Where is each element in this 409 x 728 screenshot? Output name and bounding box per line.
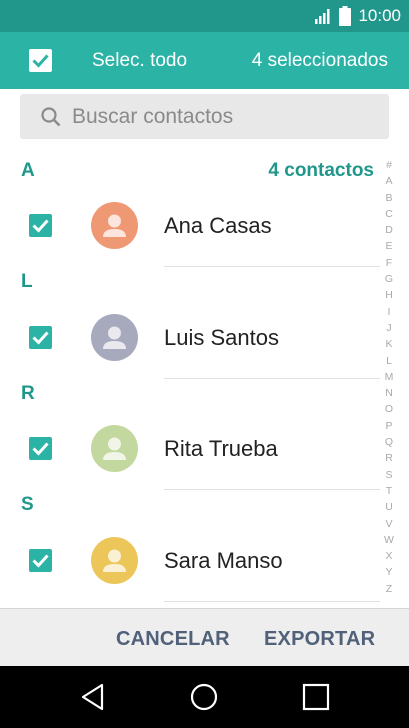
- index-letter[interactable]: S: [380, 467, 398, 483]
- index-letter[interactable]: Q: [380, 434, 398, 450]
- checkmark-icon: [32, 554, 49, 568]
- contact-checkbox[interactable]: [29, 437, 52, 460]
- status-icons: 10:00: [314, 6, 401, 26]
- index-letter[interactable]: O: [380, 401, 398, 417]
- index-letter[interactable]: Y: [380, 564, 398, 580]
- contact-checkbox[interactable]: [29, 549, 52, 572]
- home-icon: [190, 683, 218, 711]
- section-letter: A: [21, 160, 35, 181]
- checkmark-icon: [32, 219, 49, 233]
- checkmark-icon: [32, 331, 49, 345]
- section-letter: S: [21, 494, 34, 515]
- divider: [164, 601, 380, 602]
- avatar: [91, 425, 138, 472]
- cancel-button[interactable]: CANCELAR: [116, 628, 230, 651]
- index-letter[interactable]: R: [380, 450, 398, 466]
- avatar: [91, 202, 138, 249]
- select-all-checkbox[interactable]: [29, 49, 52, 72]
- checkmark-icon: [32, 442, 49, 456]
- checkmark-icon: [32, 54, 49, 68]
- export-button[interactable]: EXPORTAR: [264, 628, 375, 651]
- back-button[interactable]: [80, 683, 106, 716]
- index-letter[interactable]: #: [380, 157, 398, 173]
- battery-icon: [339, 6, 352, 26]
- index-letter[interactable]: P: [380, 418, 398, 434]
- divider: [164, 489, 380, 490]
- search-box[interactable]: [20, 94, 389, 139]
- list-item[interactable]: Luis Santos: [0, 309, 380, 379]
- list-item[interactable]: Ana Casas: [0, 197, 380, 267]
- select-all-label[interactable]: Selec. todo: [92, 50, 187, 72]
- contact-list: 4 contactos A Ana Casas L Luis Santos R …: [0, 149, 409, 608]
- avatar: [91, 314, 138, 361]
- alphabet-index[interactable]: # A B C D E F G H I J K L M N O P Q R S T U V W X Y Z: [380, 157, 398, 597]
- list-item[interactable]: Rita Trueba: [0, 420, 380, 490]
- divider: [164, 378, 380, 379]
- index-letter[interactable]: K: [380, 336, 398, 352]
- selected-count: 4 seleccionados: [251, 50, 388, 71]
- index-letter[interactable]: N: [380, 385, 398, 401]
- back-icon: [81, 683, 104, 711]
- index-letter[interactable]: I: [380, 304, 398, 320]
- status-time: 10:00: [358, 6, 401, 25]
- index-letter[interactable]: B: [380, 190, 398, 206]
- status-bar: 10:00: [0, 0, 409, 32]
- contact-name: Ana Casas: [164, 213, 272, 238]
- list-item[interactable]: Sara Manso: [0, 532, 380, 602]
- person-icon: [103, 214, 126, 237]
- person-icon: [103, 549, 126, 572]
- contact-checkbox[interactable]: [29, 214, 52, 237]
- home-button[interactable]: [190, 683, 218, 716]
- index-letter[interactable]: C: [380, 206, 398, 222]
- search-area: [0, 89, 409, 149]
- index-letter[interactable]: D: [380, 222, 398, 238]
- index-letter[interactable]: T: [380, 483, 398, 499]
- search-input[interactable]: [72, 94, 372, 139]
- index-letter[interactable]: M: [380, 369, 398, 385]
- index-letter[interactable]: V: [380, 516, 398, 532]
- search-icon: [41, 107, 61, 127]
- signal-icon: [315, 9, 330, 24]
- person-icon: [103, 326, 126, 349]
- index-letter[interactable]: X: [380, 548, 398, 564]
- contacts-count: 4 contactos: [268, 160, 374, 181]
- index-letter[interactable]: E: [380, 238, 398, 254]
- contact-checkbox[interactable]: [29, 326, 52, 349]
- divider: [164, 266, 380, 267]
- section-letter: L: [21, 271, 33, 292]
- index-letter[interactable]: U: [380, 499, 398, 515]
- navigation-bar: [0, 666, 409, 728]
- contact-name: Luis Santos: [164, 325, 279, 350]
- section-letter: R: [21, 383, 35, 404]
- action-bar: Selec. todo 4 seleccionados: [0, 32, 409, 89]
- avatar: [91, 537, 138, 584]
- index-letter[interactable]: F: [380, 255, 398, 271]
- recents-button[interactable]: [302, 683, 330, 716]
- contact-name: Sara Manso: [164, 548, 283, 573]
- index-letter[interactable]: Z: [380, 581, 398, 597]
- person-icon: [103, 437, 126, 460]
- index-letter[interactable]: A: [380, 173, 398, 189]
- footer-bar: CANCELAR EXPORTAR: [0, 608, 409, 666]
- index-letter[interactable]: H: [380, 287, 398, 303]
- index-letter[interactable]: W: [380, 532, 398, 548]
- index-letter[interactable]: L: [380, 353, 398, 369]
- contact-name: Rita Trueba: [164, 436, 278, 461]
- recents-icon: [302, 683, 330, 711]
- index-letter[interactable]: G: [380, 271, 398, 287]
- index-letter[interactable]: J: [380, 320, 398, 336]
